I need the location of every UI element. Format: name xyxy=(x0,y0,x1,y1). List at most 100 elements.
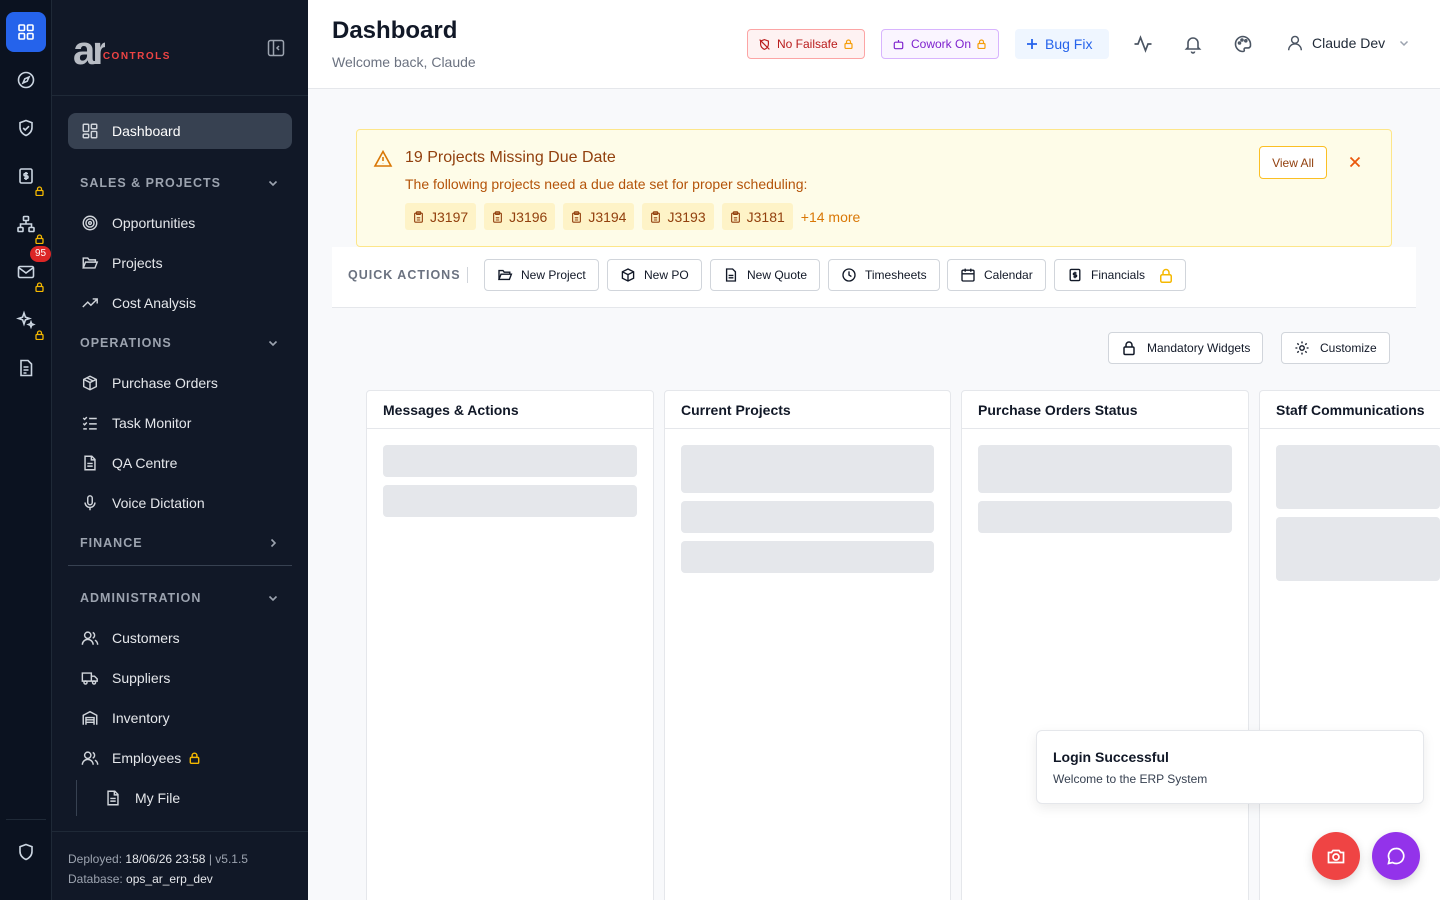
lock-icon xyxy=(35,330,44,340)
sidebar-item-label: Purchase Orders xyxy=(112,375,218,391)
section-label: FINANCE xyxy=(80,536,143,550)
widget-messages-actions: Messages & Actions xyxy=(366,390,654,900)
user-menu[interactable]: Claude Dev xyxy=(1286,34,1411,52)
chat-button[interactable] xyxy=(1372,832,1420,880)
missing-due-date-alert: 19 Projects Missing Due Date The followi… xyxy=(356,129,1392,247)
timesheets-button[interactable]: Timesheets xyxy=(828,259,940,291)
chevron-down-icon xyxy=(266,336,280,350)
cowork-badge[interactable]: Cowork On xyxy=(881,29,999,59)
chip-label: J3197 xyxy=(430,208,469,225)
document-icon[interactable] xyxy=(6,348,46,388)
sidebar-item-employees[interactable]: Employees xyxy=(68,740,292,776)
chip-label: J3196 xyxy=(509,208,548,225)
section-sales-projects[interactable]: SALES & PROJECTS xyxy=(68,165,292,201)
section-finance[interactable]: FINANCE xyxy=(68,525,292,561)
company-logo[interactable]: ar CONTROLS xyxy=(73,36,171,66)
view-all-button[interactable]: View All xyxy=(1259,146,1327,179)
project-chip[interactable]: J3181 xyxy=(721,203,793,230)
chip-label: J3193 xyxy=(667,208,706,225)
page-subtitle: Welcome back, Claude xyxy=(332,54,476,70)
database-label: Database: xyxy=(68,872,123,886)
widget-title: Messages & Actions xyxy=(367,391,653,429)
folder-open-icon xyxy=(497,267,513,283)
sidebar-item-cost-analysis[interactable]: Cost Analysis xyxy=(68,285,292,321)
palette-icon[interactable] xyxy=(1233,34,1253,54)
widget-purchase-orders-status: Purchase Orders Status xyxy=(961,390,1249,900)
dollar-file-icon[interactable] xyxy=(6,156,46,196)
sidebar-item-purchase-orders[interactable]: Purchase Orders xyxy=(68,365,292,401)
shield-check-icon[interactable] xyxy=(6,108,46,148)
target-icon xyxy=(80,213,100,233)
sidebar-item-voice-dictation[interactable]: Voice Dictation xyxy=(68,485,292,521)
chip-label: J3194 xyxy=(588,208,627,225)
project-chip[interactable]: J3197 xyxy=(405,203,477,230)
new-project-button[interactable]: New Project xyxy=(484,259,599,291)
project-chip[interactable]: J3194 xyxy=(563,203,635,230)
chevron-down-icon xyxy=(266,176,280,190)
sidebar-item-label: Inventory xyxy=(112,710,170,726)
sidebar-item-my-file[interactable]: My File xyxy=(76,780,292,816)
customize-button[interactable]: Customize xyxy=(1281,332,1390,364)
login-toast[interactable]: Login Successful Welcome to the ERP Syst… xyxy=(1036,730,1424,804)
section-label: SALES & PROJECTS xyxy=(80,176,222,190)
new-po-button[interactable]: New PO xyxy=(607,259,702,291)
toast-message: Welcome to the ERP System xyxy=(1053,772,1208,786)
sidebar-item-task-monitor[interactable]: Task Monitor xyxy=(68,405,292,441)
sidebar-item-customers[interactable]: Customers xyxy=(68,620,292,656)
close-icon[interactable] xyxy=(1347,154,1363,170)
sidebar: ar CONTROLS Dashboard SALES & PROJECTS O… xyxy=(52,0,308,900)
widget-staff-communications: Staff Communications xyxy=(1259,390,1440,900)
sidebar-item-label: Voice Dictation xyxy=(112,495,205,511)
loading-skeleton xyxy=(1276,445,1440,509)
gear-icon xyxy=(1294,340,1310,356)
calendar-button[interactable]: Calendar xyxy=(947,259,1046,291)
sidebar-item-inventory[interactable]: Inventory xyxy=(68,700,292,736)
package-icon xyxy=(620,267,636,283)
clipboard-icon xyxy=(413,210,424,223)
button-label: New PO xyxy=(644,268,689,282)
bell-icon[interactable] xyxy=(1183,34,1203,54)
clipboard-icon xyxy=(650,210,661,223)
sidebar-item-projects[interactable]: Projects xyxy=(68,245,292,281)
sidebar-item-suppliers[interactable]: Suppliers xyxy=(68,660,292,696)
mail-icon[interactable]: 95 xyxy=(6,246,52,292)
version: v5.1.5 xyxy=(215,852,248,866)
rail-divider xyxy=(6,819,46,820)
no-failsafe-badge[interactable]: No Failsafe xyxy=(747,29,865,59)
chevron-right-icon xyxy=(266,536,280,550)
mandatory-widgets-button[interactable]: Mandatory Widgets xyxy=(1108,332,1264,364)
lock-icon xyxy=(35,186,44,196)
alert-text: The following projects need a due date s… xyxy=(405,176,808,192)
clipboard-icon xyxy=(492,210,503,223)
sidebar-item-opportunities[interactable]: Opportunities xyxy=(68,205,292,241)
widget-title: Purchase Orders Status xyxy=(962,391,1248,429)
project-chip[interactable]: J3196 xyxy=(484,203,556,230)
sparkles-icon[interactable] xyxy=(6,300,46,340)
more-projects-link[interactable]: +14 more xyxy=(801,209,861,225)
shield-icon[interactable] xyxy=(6,832,46,872)
compass-icon[interactable] xyxy=(6,60,46,100)
financials-button[interactable]: Financials xyxy=(1054,259,1187,291)
screenshot-button[interactable] xyxy=(1312,832,1360,880)
sidebar-item-label: Cost Analysis xyxy=(112,295,197,311)
section-administration[interactable]: ADMINISTRATION xyxy=(68,580,292,616)
sidebar-item-qa-centre[interactable]: QA Centre xyxy=(68,445,292,481)
lock-icon xyxy=(189,752,200,764)
truck-icon xyxy=(80,668,100,688)
sidebar-item-label: QA Centre xyxy=(112,455,178,471)
button-label: Mandatory Widgets xyxy=(1147,341,1251,355)
bug-fix-button[interactable]: Bug Fix xyxy=(1015,29,1109,59)
sidebar-collapse-icon[interactable] xyxy=(266,38,286,58)
dashboard-grid-icon[interactable] xyxy=(6,12,46,52)
cowork-label: Cowork On xyxy=(911,37,972,51)
section-operations[interactable]: OPERATIONS xyxy=(68,325,292,361)
toast-title: Login Successful xyxy=(1053,749,1169,765)
loading-skeleton xyxy=(1276,517,1440,581)
mail-badge: 95 xyxy=(30,246,52,262)
project-chip[interactable]: J3193 xyxy=(642,203,714,230)
sidebar-item-dashboard[interactable]: Dashboard xyxy=(68,113,292,149)
sitemap-icon[interactable] xyxy=(6,204,46,244)
activity-icon[interactable] xyxy=(1133,34,1153,54)
new-quote-button[interactable]: New Quote xyxy=(710,259,821,291)
deployed-value: 18/06/26 23:58 xyxy=(125,852,206,866)
